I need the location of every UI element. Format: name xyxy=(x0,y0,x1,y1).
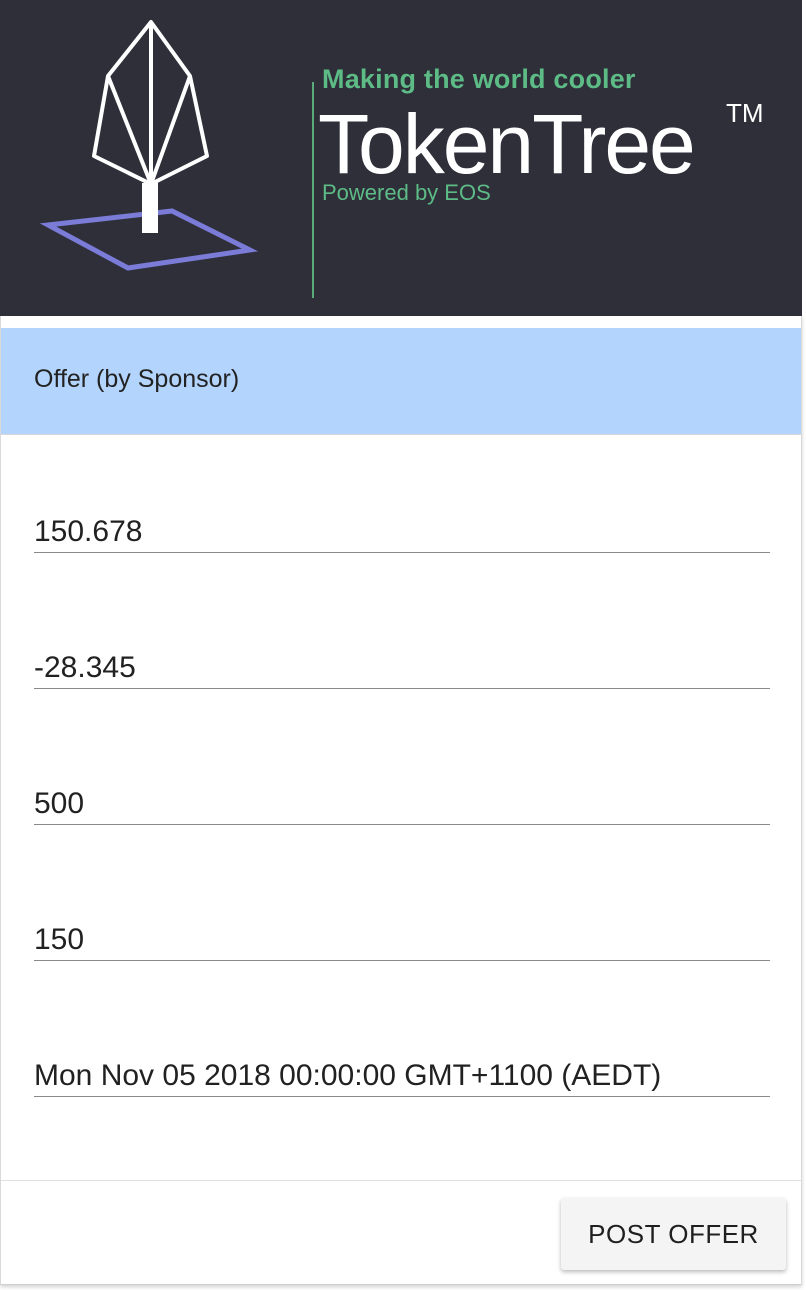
tree-logo-icon xyxy=(39,20,259,271)
offer-field-2 xyxy=(34,648,770,689)
trademark-mark: TM xyxy=(726,98,764,128)
offer-date-field xyxy=(34,1056,770,1097)
brand-banner: Making the world cooler TokenTree TM Pow… xyxy=(0,0,802,316)
brand-tagline: Making the world cooler xyxy=(322,64,636,94)
card-title: Offer (by Sponsor) xyxy=(34,365,240,393)
card-header: Offer (by Sponsor) xyxy=(1,328,801,435)
offer-input-4[interactable] xyxy=(34,920,770,960)
offer-field-4 xyxy=(34,920,770,961)
offer-date-input[interactable] xyxy=(34,1056,770,1096)
offer-field-1 xyxy=(34,512,770,553)
powered-by-label: Powered by EOS xyxy=(322,180,491,205)
offer-card: Offer (by Sponsor) POST OFFER xyxy=(0,316,802,1285)
post-offer-button[interactable]: POST OFFER xyxy=(561,1198,786,1270)
offer-input-3[interactable] xyxy=(34,784,770,824)
brand-divider xyxy=(312,82,314,298)
page: Making the world cooler TokenTree TM Pow… xyxy=(0,0,806,1290)
actions-divider xyxy=(1,1180,801,1181)
offer-input-1[interactable] xyxy=(34,512,770,552)
offer-field-3 xyxy=(34,784,770,825)
offer-input-2[interactable] xyxy=(34,648,770,688)
brand-name: TokenTree xyxy=(318,97,696,191)
